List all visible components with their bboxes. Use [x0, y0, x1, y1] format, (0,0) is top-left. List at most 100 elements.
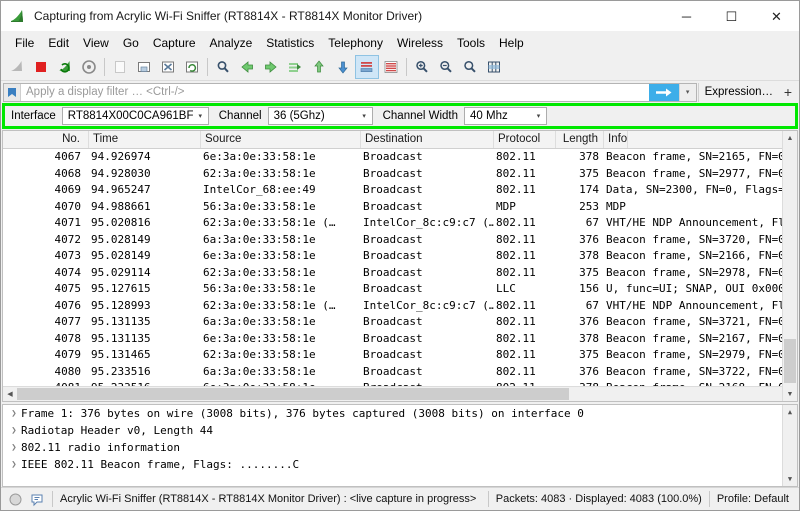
chevron-right-icon[interactable]: ❯ — [7, 460, 21, 470]
table-row[interactable]: 406994.965247IntelCor_68:ee:49Broadcast8… — [3, 182, 797, 199]
zoom-reset-icon[interactable] — [458, 55, 482, 79]
packet-list-rows[interactable]: 406794.9269746e:3a:0e:33:58:1eBroadcast8… — [3, 149, 797, 386]
filter-expression-button[interactable]: Expression… — [698, 83, 779, 102]
display-filter-input[interactable]: Apply a display filter … <Ctrl-/> ▾ — [3, 83, 697, 102]
packet-details-tree[interactable]: ❯Frame 1: 376 bytes on wire (3008 bits),… — [3, 405, 797, 473]
cell-dst: Broadcast — [361, 380, 494, 386]
scroll-down-icon[interactable]: ▼ — [783, 387, 797, 401]
detail-row-label: IEEE 802.11 Beacon frame, Flags: .......… — [21, 458, 299, 471]
find-packet-icon[interactable] — [211, 55, 235, 79]
chevron-right-icon[interactable]: ❯ — [7, 443, 21, 453]
packet-details-vertical-scrollbar[interactable]: ▲ ▼ — [782, 405, 797, 486]
hscroll-track[interactable] — [17, 387, 783, 401]
channel-width-select[interactable]: 40 Mhz ▾ — [464, 107, 547, 125]
open-file-icon[interactable] — [108, 55, 132, 79]
profile-text[interactable]: Profile: Default — [717, 493, 789, 505]
expert-info-icon[interactable] — [8, 492, 23, 507]
restart-capture-icon[interactable] — [53, 55, 77, 79]
hscroll-thumb[interactable] — [17, 388, 569, 400]
scroll-left-icon[interactable]: ◀ — [3, 387, 17, 401]
cell-dst: IntelCor_8c:c9:c7 (… — [361, 298, 494, 315]
capture-options-icon[interactable] — [77, 55, 101, 79]
menu-item-analyze[interactable]: Analyze — [203, 34, 260, 52]
vscroll-track[interactable] — [783, 419, 797, 472]
column-header-info[interactable]: Info — [604, 131, 628, 148]
go-to-first-packet-icon[interactable] — [307, 55, 331, 79]
close-file-icon[interactable] — [156, 55, 180, 79]
menu-item-help[interactable]: Help — [492, 34, 531, 52]
menu-item-telephony[interactable]: Telephony — [321, 34, 390, 52]
colorize-packets-icon[interactable] — [379, 55, 403, 79]
channel-select[interactable]: 36 (5Ghz) ▾ — [268, 107, 373, 125]
minimize-button[interactable]: ─ — [664, 1, 709, 31]
packet-list-vertical-scrollbar[interactable]: ▲ ▼ — [782, 131, 797, 401]
apply-filter-arrow-icon[interactable] — [649, 84, 679, 101]
chevron-down-icon: ▾ — [193, 108, 208, 124]
table-row[interactable]: 407595.12761556:3a:0e:33:58:1eBroadcastL… — [3, 281, 797, 298]
cell-dst: Broadcast — [361, 281, 494, 298]
go-back-icon[interactable] — [235, 55, 259, 79]
capture-comment-icon[interactable] — [30, 492, 45, 507]
table-row[interactable]: 408195.2335166e:3a:0e:33:58:1eBroadcast8… — [3, 380, 797, 386]
menu-item-tools[interactable]: Tools — [450, 34, 492, 52]
vscroll-thumb[interactable] — [784, 339, 796, 383]
filter-bookmark-icon[interactable] — [4, 84, 21, 101]
go-to-packet-icon[interactable] — [283, 55, 307, 79]
chevron-right-icon[interactable]: ❯ — [7, 409, 21, 419]
table-row[interactable]: 406794.9269746e:3a:0e:33:58:1eBroadcast8… — [3, 149, 797, 166]
save-file-icon[interactable] — [132, 55, 156, 79]
detail-row[interactable]: ❯Frame 1: 376 bytes on wire (3008 bits),… — [3, 405, 797, 422]
column-header-protocol[interactable]: Protocol — [494, 131, 556, 148]
table-row[interactable]: 407995.13146562:3a:0e:33:58:1eBroadcast8… — [3, 347, 797, 364]
scroll-up-icon[interactable]: ▲ — [783, 131, 797, 145]
menu-item-capture[interactable]: Capture — [146, 34, 203, 52]
column-header-time[interactable]: Time — [89, 131, 201, 148]
start-capture-icon[interactable] — [5, 55, 29, 79]
cell-src: IntelCor_68:ee:49 — [201, 182, 361, 199]
go-to-last-packet-icon[interactable] — [331, 55, 355, 79]
table-row[interactable]: 407395.0281496e:3a:0e:33:58:1eBroadcast8… — [3, 248, 797, 265]
table-row[interactable]: 407295.0281496a:3a:0e:33:58:1eBroadcast8… — [3, 232, 797, 249]
menu-item-wireless[interactable]: Wireless — [390, 34, 450, 52]
table-row[interactable]: 407495.02911462:3a:0e:33:58:1eBroadcast8… — [3, 265, 797, 282]
zoom-in-icon[interactable] — [410, 55, 434, 79]
column-header-length[interactable]: Length — [556, 131, 604, 148]
menu-item-edit[interactable]: Edit — [41, 34, 76, 52]
menu-item-file[interactable]: File — [8, 34, 41, 52]
zoom-out-icon[interactable] — [434, 55, 458, 79]
table-row[interactable]: 407094.98866156:3a:0e:33:58:1eBroadcastM… — [3, 199, 797, 216]
table-row[interactable]: 407895.1311356e:3a:0e:33:58:1eBroadcast8… — [3, 331, 797, 348]
menu-item-view[interactable]: View — [76, 34, 116, 52]
column-header-source[interactable]: Source — [201, 131, 361, 148]
resize-columns-icon[interactable] — [482, 55, 506, 79]
cell-proto: 802.11 — [494, 232, 556, 249]
reload-file-icon[interactable] — [180, 55, 204, 79]
scroll-down-icon[interactable]: ▼ — [783, 472, 797, 486]
menu-item-statistics[interactable]: Statistics — [259, 34, 321, 52]
detail-row[interactable]: ❯IEEE 802.11 Beacon frame, Flags: ......… — [3, 456, 797, 473]
table-row[interactable]: 407795.1311356a:3a:0e:33:58:1eBroadcast8… — [3, 314, 797, 331]
add-filter-button[interactable]: + — [779, 83, 797, 102]
go-forward-icon[interactable] — [259, 55, 283, 79]
channel-width-select-value: 40 Mhz — [465, 110, 531, 122]
auto-scroll-icon[interactable] — [355, 55, 379, 79]
menu-item-go[interactable]: Go — [116, 34, 146, 52]
table-row[interactable]: 406894.92803062:3a:0e:33:58:1eBroadcast8… — [3, 166, 797, 183]
column-header-destination[interactable]: Destination — [361, 131, 494, 148]
packet-list-horizontal-scrollbar[interactable]: ◀ ▶ — [3, 386, 797, 401]
maximize-button[interactable]: ☐ — [709, 1, 754, 31]
cell-info: Beacon frame, SN=2165, FN=0, Flags=.....… — [604, 149, 797, 166]
interface-select[interactable]: RT8814X00C0CA961BF5 ▾ — [62, 107, 209, 125]
chevron-down-icon[interactable]: ▾ — [679, 84, 696, 101]
stop-capture-icon[interactable] — [29, 55, 53, 79]
table-row[interactable]: 408095.2335166a:3a:0e:33:58:1eBroadcast8… — [3, 364, 797, 381]
table-row[interactable]: 407695.12899362:3a:0e:33:58:1e (…IntelCo… — [3, 298, 797, 315]
close-button[interactable]: ✕ — [754, 1, 799, 31]
detail-row[interactable]: ❯802.11 radio information — [3, 439, 797, 456]
detail-row[interactable]: ❯Radiotap Header v0, Length 44 — [3, 422, 797, 439]
column-header-no[interactable]: No. — [3, 131, 89, 148]
table-row[interactable]: 407195.02081662:3a:0e:33:58:1e (…IntelCo… — [3, 215, 797, 232]
chevron-right-icon[interactable]: ❯ — [7, 426, 21, 436]
scroll-up-icon[interactable]: ▲ — [783, 405, 797, 419]
vscroll-track[interactable] — [783, 145, 797, 387]
